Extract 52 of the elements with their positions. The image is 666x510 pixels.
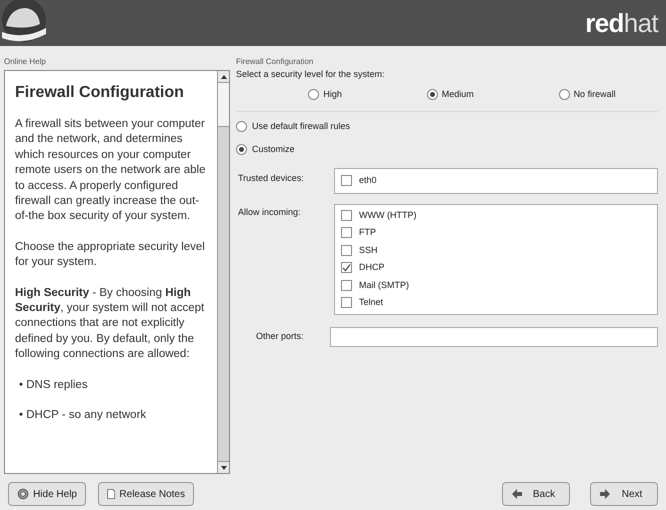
left-arrow-icon (511, 488, 523, 500)
radio-label: Customize (252, 142, 295, 156)
radio-button[interactable] (558, 88, 570, 100)
toolbar-button[interactable]: Hide Help (8, 482, 86, 506)
security-prompt: Select a security level for the system: (236, 68, 386, 81)
checkbox[interactable] (341, 210, 352, 221)
checkbox[interactable] (341, 227, 352, 238)
list-item-label: DHCP (359, 261, 385, 274)
field-label: Allow incoming: (237, 206, 302, 219)
help-paragraph: High Security - By choosing High Security, your system will not accept connections that are not explicitly defined by you. By default, only the following connections are allowed: (15, 286, 206, 362)
scrollbar[interactable] (217, 71, 229, 473)
scrollbar-thumb[interactable] (218, 83, 229, 127)
field-label: Trusted devices: (237, 172, 305, 185)
checkbox[interactable] (341, 262, 352, 274)
radio-label: Use default firewall rules (252, 120, 350, 133)
field-label: Other ports: (255, 330, 305, 343)
panel-label: Online Help (4, 56, 47, 68)
other-ports-field[interactable] (330, 326, 658, 346)
lifebuoy-icon (17, 486, 30, 502)
trusted-devices-list[interactable]: eth0 (334, 168, 658, 194)
scroll-down-icon[interactable] (220, 466, 226, 470)
toolbar-button[interactable]: Next (590, 482, 658, 506)
list-item-label: WWW (HTTP) (359, 208, 416, 222)
radio-button[interactable] (236, 121, 247, 132)
list-item-label: Mail (SMTP) (359, 278, 409, 292)
list-item-label: SSH (359, 244, 378, 256)
document-icon (107, 486, 116, 502)
help-title: Firewall Configuration (15, 83, 185, 103)
panel-label: Firewall Configuration (236, 56, 314, 68)
radio-button[interactable] (426, 88, 438, 100)
toolbar-button[interactable]: Release Notes (98, 482, 194, 506)
right-arrow-icon (599, 488, 611, 500)
scroll-up-icon[interactable] (220, 74, 226, 78)
help-bullet: • DNS replies (18, 378, 89, 393)
help-paragraph: Choose the appropriate security level for your system. (15, 240, 206, 270)
help-paragraph: A firewall sits between your computer and the network, and determines which resources on your computer remote users on the network are able to access. A properly configured firewall can greatly increase the out-of-the box security of your system. (15, 117, 206, 224)
radio-button[interactable] (236, 144, 247, 155)
checkbox[interactable] (341, 244, 352, 256)
radio-button[interactable] (308, 88, 320, 100)
radio-label: No firewall (574, 88, 616, 100)
list-item-label: FTP (359, 226, 376, 239)
checkbox[interactable] (341, 175, 352, 186)
toolbar-button[interactable]: Back (502, 482, 570, 506)
list-item-label: Telnet (359, 296, 384, 309)
list-item-label: eth0 (359, 174, 377, 187)
radio-label: Medium (442, 88, 474, 100)
checkbox[interactable] (341, 297, 352, 308)
allow-incoming-list[interactable]: WWW (HTTP) FTP SSH DHCP Mail (SMTP) Telnet (334, 204, 658, 314)
help-bullet: • DHCP - so any network (18, 408, 148, 424)
brand-logo: redhat (585, 10, 658, 36)
radio-label: High (323, 88, 342, 101)
checkbox[interactable] (341, 280, 352, 291)
